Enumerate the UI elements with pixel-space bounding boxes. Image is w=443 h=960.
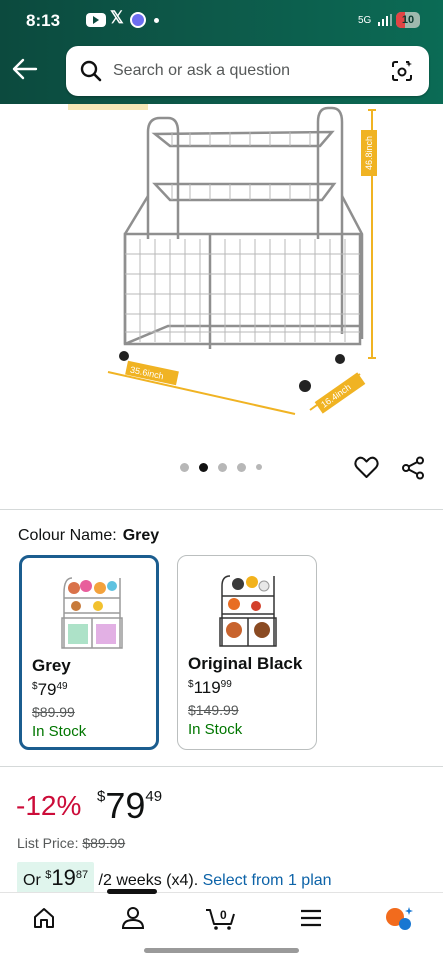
cart-icon[interactable]: 0 — [205, 905, 237, 931]
dimension-height-label: 46.8inch — [364, 136, 374, 170]
option-name: Grey — [32, 656, 71, 675]
cart-count: 0 — [220, 908, 227, 922]
wifi-icon: 5G — [358, 14, 372, 26]
option-price: $7949 — [32, 680, 68, 699]
carousel-dot[interactable] — [237, 462, 246, 472]
status-time: 8:13 — [26, 11, 61, 30]
colour-option-grey[interactable]: Grey $7949 $89.99 In Stock — [19, 555, 159, 750]
option-price: $11999 — [188, 678, 232, 697]
rufus-assistant-icon[interactable] — [383, 905, 415, 931]
option-name: Original Black — [188, 654, 303, 673]
installment-price-badge: Or $1987 — [17, 862, 95, 894]
section-divider — [0, 766, 443, 767]
notification-dot-icon — [154, 18, 159, 23]
bottom-navigation: 0 — [0, 889, 443, 942]
select-plan-link[interactable]: Select from 1 plan — [203, 872, 332, 889]
discount-percentage: -12% — [16, 790, 82, 821]
section-divider — [0, 509, 443, 510]
youtube-icon — [86, 13, 106, 27]
colour-option-original-black[interactable]: Original Black $11999 $149.99 In Stock — [177, 555, 317, 750]
camera-search-icon[interactable] — [390, 59, 414, 83]
installment-period: /2 weeks (x4). — [98, 872, 199, 889]
active-tab-indicator — [107, 889, 157, 894]
battery-icon: 10 — [396, 12, 420, 28]
x-icon: 𝕏 — [110, 8, 124, 27]
colour-name-row: Colour Name: Grey — [18, 527, 159, 545]
carousel-dot[interactable] — [218, 462, 227, 472]
current-price: $7949 — [97, 785, 163, 826]
search-icon — [80, 60, 102, 82]
carousel-dot[interactable] — [256, 464, 262, 470]
search-placeholder: Search or ask a question — [113, 62, 290, 79]
system-home-indicator[interactable] — [144, 948, 299, 953]
home-icon[interactable] — [31, 905, 57, 931]
account-icon[interactable] — [120, 905, 146, 931]
option-stock-status: In Stock — [32, 723, 87, 740]
grey-variant-thumbnail — [61, 577, 123, 649]
colour-label: Colour Name: — [18, 527, 117, 544]
option-was-price: $149.99 — [188, 702, 239, 718]
signal-icon — [378, 14, 392, 26]
carousel-dot-active[interactable] — [199, 462, 208, 472]
black-variant-thumbnail — [219, 575, 277, 647]
back-arrow-icon[interactable] — [12, 58, 38, 80]
search-bar[interactable]: Search or ask a question — [66, 46, 429, 96]
option-was-price: $89.99 — [32, 704, 75, 720]
status-bar: 8:13 𝕏 5G 10 — [0, 0, 443, 40]
product-image[interactable]: 46.8inch 35.6inch 16.4inch — [60, 104, 390, 422]
crypto-icon — [130, 12, 146, 28]
share-icon[interactable] — [401, 456, 425, 480]
colour-value: Grey — [122, 527, 160, 544]
menu-icon[interactable] — [298, 905, 324, 931]
heart-icon[interactable] — [354, 455, 379, 480]
app-header: 8:13 𝕏 5G 10 Search or ask a question — [0, 0, 443, 104]
carousel-dot[interactable] — [180, 462, 189, 472]
option-stock-status: In Stock — [188, 721, 243, 738]
image-carousel-indicator[interactable] — [180, 462, 262, 472]
payment-plan-row: Or $1987 /2 weeks (x4). Select from 1 pl… — [17, 862, 332, 894]
list-price: List Price: $89.99 — [17, 835, 126, 851]
